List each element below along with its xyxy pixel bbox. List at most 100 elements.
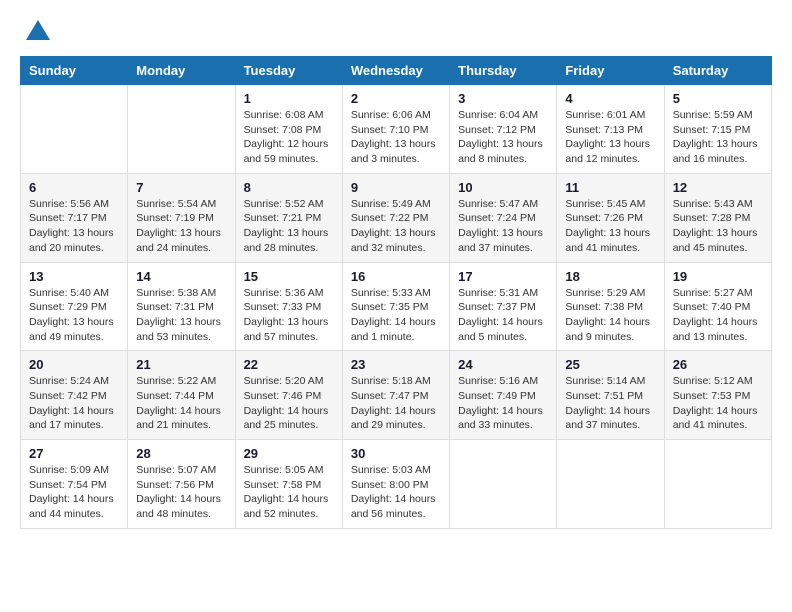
logo [20,20,50,40]
calendar-cell [557,440,664,529]
calendar-cell: 25 Sunrise: 5:14 AMSunset: 7:51 PMDayligh… [557,351,664,440]
day-info: Sunrise: 5:05 AMSunset: 7:58 PMDaylight:… [244,463,334,522]
day-info: Sunrise: 6:08 AMSunset: 7:08 PMDaylight:… [244,108,334,167]
calendar-cell: 16Sunrise: 5:33 AMSunset: 7:35 PMDayligh… [342,262,449,351]
calendar-cell: 4 Sunrise: 6:01 AMSunset: 7:13 PMDaylight… [557,85,664,174]
day-info: Sunrise: 5:56 AMSunset: 7:17 PMDaylight:… [29,197,119,256]
page-header [20,20,772,40]
day-number: 30 [351,446,441,461]
day-number: 19 [673,269,763,284]
day-info: Sunrise: 5:31 AMSunset: 7:37 PMDaylight:… [458,286,548,345]
calendar-cell: 15 Sunrise: 5:36 AMSunset: 7:33 PMDayligh… [235,262,342,351]
calendar-cell [21,85,128,174]
calendar-cell: 6Sunrise: 5:56 AMSunset: 7:17 PMDaylight… [21,173,128,262]
day-number: 1 [244,91,334,106]
day-info: Sunrise: 5:54 AMSunset: 7:19 PMDaylight:… [136,197,226,256]
day-number: 11 [565,180,655,195]
day-info: Sunrise: 5:16 AMSunset: 7:49 PMDaylight:… [458,374,548,433]
day-info: Sunrise: 6:06 AMSunset: 7:10 PMDaylight:… [351,108,441,167]
day-number: 4 [565,91,655,106]
day-info: Sunrise: 5:36 AMSunset: 7:33 PMDaylight:… [244,286,334,345]
calendar-cell: 7 Sunrise: 5:54 AMSunset: 7:19 PMDaylight… [128,173,235,262]
day-number: 24 [458,357,548,372]
day-info: Sunrise: 5:27 AMSunset: 7:40 PMDaylight:… [673,286,763,345]
calendar-week-2: 6Sunrise: 5:56 AMSunset: 7:17 PMDaylight… [21,173,772,262]
header-tuesday: Tuesday [235,57,342,85]
header-wednesday: Wednesday [342,57,449,85]
day-number: 20 [29,357,119,372]
day-info: Sunrise: 5:49 AMSunset: 7:22 PMDaylight:… [351,197,441,256]
calendar-week-4: 20 Sunrise: 5:24 AMSunset: 7:42 PMDayligh… [21,351,772,440]
day-number: 29 [244,446,334,461]
calendar-cell: 5 Sunrise: 5:59 AMSunset: 7:15 PMDaylight… [664,85,771,174]
day-number: 25 [565,357,655,372]
day-number: 26 [673,357,763,372]
calendar-cell: 19 Sunrise: 5:27 AMSunset: 7:40 PMDayligh… [664,262,771,351]
calendar-cell [450,440,557,529]
calendar-table: SundayMondayTuesdayWednesdayThursdayFrid… [20,56,772,529]
calendar-cell: 2 Sunrise: 6:06 AMSunset: 7:10 PMDaylight… [342,85,449,174]
calendar-cell: 18 Sunrise: 5:29 AMSunset: 7:38 PMDayligh… [557,262,664,351]
day-number: 8 [244,180,334,195]
calendar-cell: 23 Sunrise: 5:18 AMSunset: 7:47 PMDayligh… [342,351,449,440]
calendar-cell: 24 Sunrise: 5:16 AMSunset: 7:49 PMDayligh… [450,351,557,440]
day-info: Sunrise: 5:20 AMSunset: 7:46 PMDaylight:… [244,374,334,433]
day-number: 7 [136,180,226,195]
calendar-cell: 12 Sunrise: 5:43 AMSunset: 7:28 PMDayligh… [664,173,771,262]
calendar-header-row: SundayMondayTuesdayWednesdayThursdayFrid… [21,57,772,85]
day-number: 15 [244,269,334,284]
day-number: 16 [351,269,441,284]
calendar-cell: 20 Sunrise: 5:24 AMSunset: 7:42 PMDayligh… [21,351,128,440]
day-number: 28 [136,446,226,461]
calendar-cell: 28 Sunrise: 5:07 AMSunset: 7:56 PMDayligh… [128,440,235,529]
calendar-cell: 26Sunrise: 5:12 AMSunset: 7:53 PMDayligh… [664,351,771,440]
calendar-cell [664,440,771,529]
calendar-week-1: 1 Sunrise: 6:08 AMSunset: 7:08 PMDaylight… [21,85,772,174]
logo-triangle-icon [26,20,50,40]
day-info: Sunrise: 5:43 AMSunset: 7:28 PMDaylight:… [673,197,763,256]
day-info: Sunrise: 5:14 AMSunset: 7:51 PMDaylight:… [565,374,655,433]
header-friday: Friday [557,57,664,85]
header-sunday: Sunday [21,57,128,85]
day-info: Sunrise: 5:07 AMSunset: 7:56 PMDaylight:… [136,463,226,522]
day-info: Sunrise: 5:38 AMSunset: 7:31 PMDaylight:… [136,286,226,345]
day-info: Sunrise: 5:24 AMSunset: 7:42 PMDaylight:… [29,374,119,433]
day-info: Sunrise: 5:47 AMSunset: 7:24 PMDaylight:… [458,197,548,256]
day-number: 21 [136,357,226,372]
day-info: Sunrise: 5:09 AMSunset: 7:54 PMDaylight:… [29,463,119,522]
day-number: 9 [351,180,441,195]
header-monday: Monday [128,57,235,85]
day-number: 18 [565,269,655,284]
day-info: Sunrise: 5:03 AMSunset: 8:00 PMDaylight:… [351,463,441,522]
day-number: 17 [458,269,548,284]
calendar-cell: 8 Sunrise: 5:52 AMSunset: 7:21 PMDaylight… [235,173,342,262]
day-number: 10 [458,180,548,195]
day-info: Sunrise: 5:29 AMSunset: 7:38 PMDaylight:… [565,286,655,345]
day-number: 5 [673,91,763,106]
day-info: Sunrise: 5:40 AMSunset: 7:29 PMDaylight:… [29,286,119,345]
day-number: 23 [351,357,441,372]
day-info: Sunrise: 5:52 AMSunset: 7:21 PMDaylight:… [244,197,334,256]
header-saturday: Saturday [664,57,771,85]
calendar-cell: 11Sunrise: 5:45 AMSunset: 7:26 PMDayligh… [557,173,664,262]
calendar-cell: 3 Sunrise: 6:04 AMSunset: 7:12 PMDaylight… [450,85,557,174]
day-number: 22 [244,357,334,372]
day-number: 3 [458,91,548,106]
day-info: Sunrise: 6:01 AMSunset: 7:13 PMDaylight:… [565,108,655,167]
day-number: 2 [351,91,441,106]
calendar-cell: 21 Sunrise: 5:22 AMSunset: 7:44 PMDayligh… [128,351,235,440]
calendar-cell: 14 Sunrise: 5:38 AMSunset: 7:31 PMDayligh… [128,262,235,351]
calendar-cell: 29 Sunrise: 5:05 AMSunset: 7:58 PMDayligh… [235,440,342,529]
calendar-cell: 17 Sunrise: 5:31 AMSunset: 7:37 PMDayligh… [450,262,557,351]
calendar-cell: 27Sunrise: 5:09 AMSunset: 7:54 PMDayligh… [21,440,128,529]
calendar-cell: 13Sunrise: 5:40 AMSunset: 7:29 PMDayligh… [21,262,128,351]
day-info: Sunrise: 6:04 AMSunset: 7:12 PMDaylight:… [458,108,548,167]
day-info: Sunrise: 5:18 AMSunset: 7:47 PMDaylight:… [351,374,441,433]
day-number: 12 [673,180,763,195]
day-number: 14 [136,269,226,284]
day-info: Sunrise: 5:22 AMSunset: 7:44 PMDaylight:… [136,374,226,433]
day-info: Sunrise: 5:59 AMSunset: 7:15 PMDaylight:… [673,108,763,167]
calendar-cell: 22 Sunrise: 5:20 AMSunset: 7:46 PMDayligh… [235,351,342,440]
calendar-cell: 9 Sunrise: 5:49 AMSunset: 7:22 PMDaylight… [342,173,449,262]
calendar-cell: 10 Sunrise: 5:47 AMSunset: 7:24 PMDayligh… [450,173,557,262]
